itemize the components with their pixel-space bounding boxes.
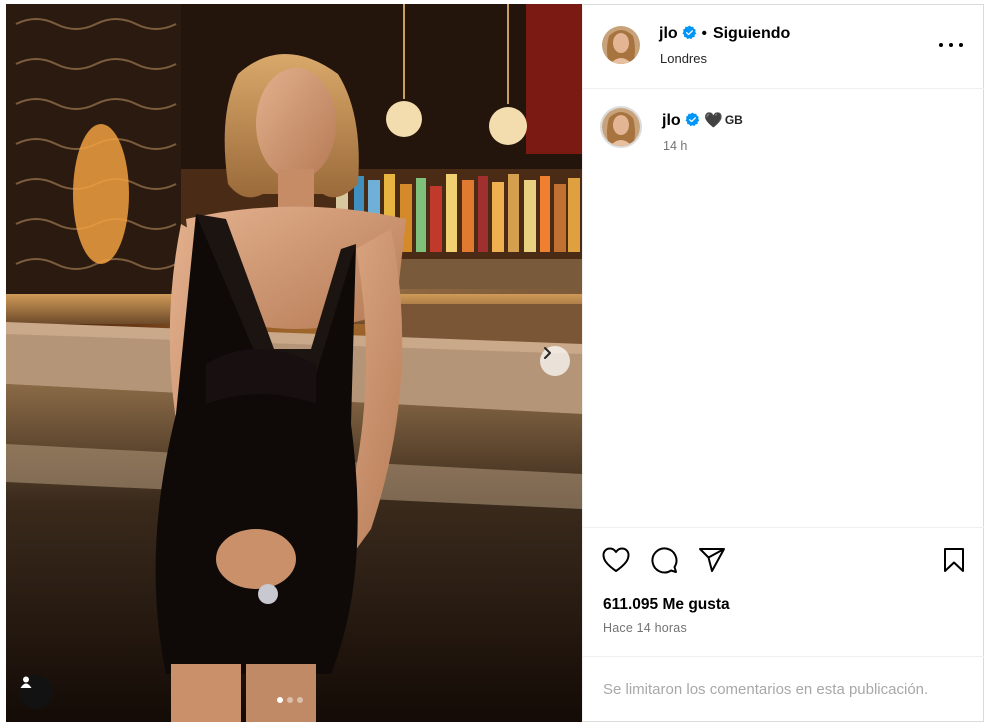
post-header: jlo • Siguiendo Londres [583, 4, 984, 89]
carousel-dot [297, 697, 303, 703]
comments-disabled-text: Se limitaron los comentarios en esta pub… [603, 681, 929, 698]
verified-badge-icon [685, 112, 699, 127]
avatar-image [602, 108, 640, 146]
verified-badge-icon [682, 25, 696, 40]
carousel-indicator [277, 697, 303, 703]
caption-username-link[interactable]: jlo [662, 112, 681, 129]
post-photo [6, 4, 582, 722]
post-side-panel: jlo • Siguiendo Londres jlo 🖤 GB 14 h 61… [582, 4, 984, 722]
comments-disabled-notice: Se limitaron los comentarios en esta pub… [583, 656, 984, 722]
post-media[interactable] [6, 4, 582, 722]
caption-text: GB [724, 113, 743, 127]
username-link[interactable]: jlo [659, 25, 678, 42]
likes-count[interactable]: 611.095 Me gusta [603, 596, 730, 614]
like-button[interactable] [601, 545, 631, 575]
header-title-line: jlo • Siguiendo [659, 25, 790, 43]
heart-icon [602, 547, 630, 572]
caption-avatar[interactable] [600, 106, 642, 148]
following-button[interactable]: Siguiendo [713, 25, 790, 42]
separator-dot: • [701, 25, 707, 42]
tagged-users-button[interactable] [19, 675, 53, 709]
carousel-dot-active [277, 697, 283, 703]
avatar-image [602, 26, 640, 64]
caption-emoji: 🖤 [704, 112, 723, 129]
share-icon [699, 548, 725, 572]
more-options-button[interactable] [939, 40, 963, 50]
avatar[interactable] [602, 26, 640, 64]
comment-icon [651, 547, 678, 574]
chevron-right-icon [544, 347, 551, 359]
more-options-icon [939, 43, 943, 47]
location-link[interactable]: Londres [660, 51, 707, 66]
caption-line: jlo 🖤 GB [662, 111, 743, 130]
post-timestamp[interactable]: Hace 14 horas [603, 621, 687, 635]
post-actions: 611.095 Me gusta Hace 14 horas [583, 527, 984, 658]
comment-button[interactable] [649, 545, 679, 575]
save-icon [944, 548, 964, 572]
share-button[interactable] [697, 545, 727, 575]
carousel-dot [287, 697, 293, 703]
caption-timestamp[interactable]: 14 h [663, 139, 687, 153]
user-tag-icon [20, 676, 32, 688]
next-slide-button[interactable] [540, 346, 570, 376]
save-button[interactable] [939, 545, 969, 575]
